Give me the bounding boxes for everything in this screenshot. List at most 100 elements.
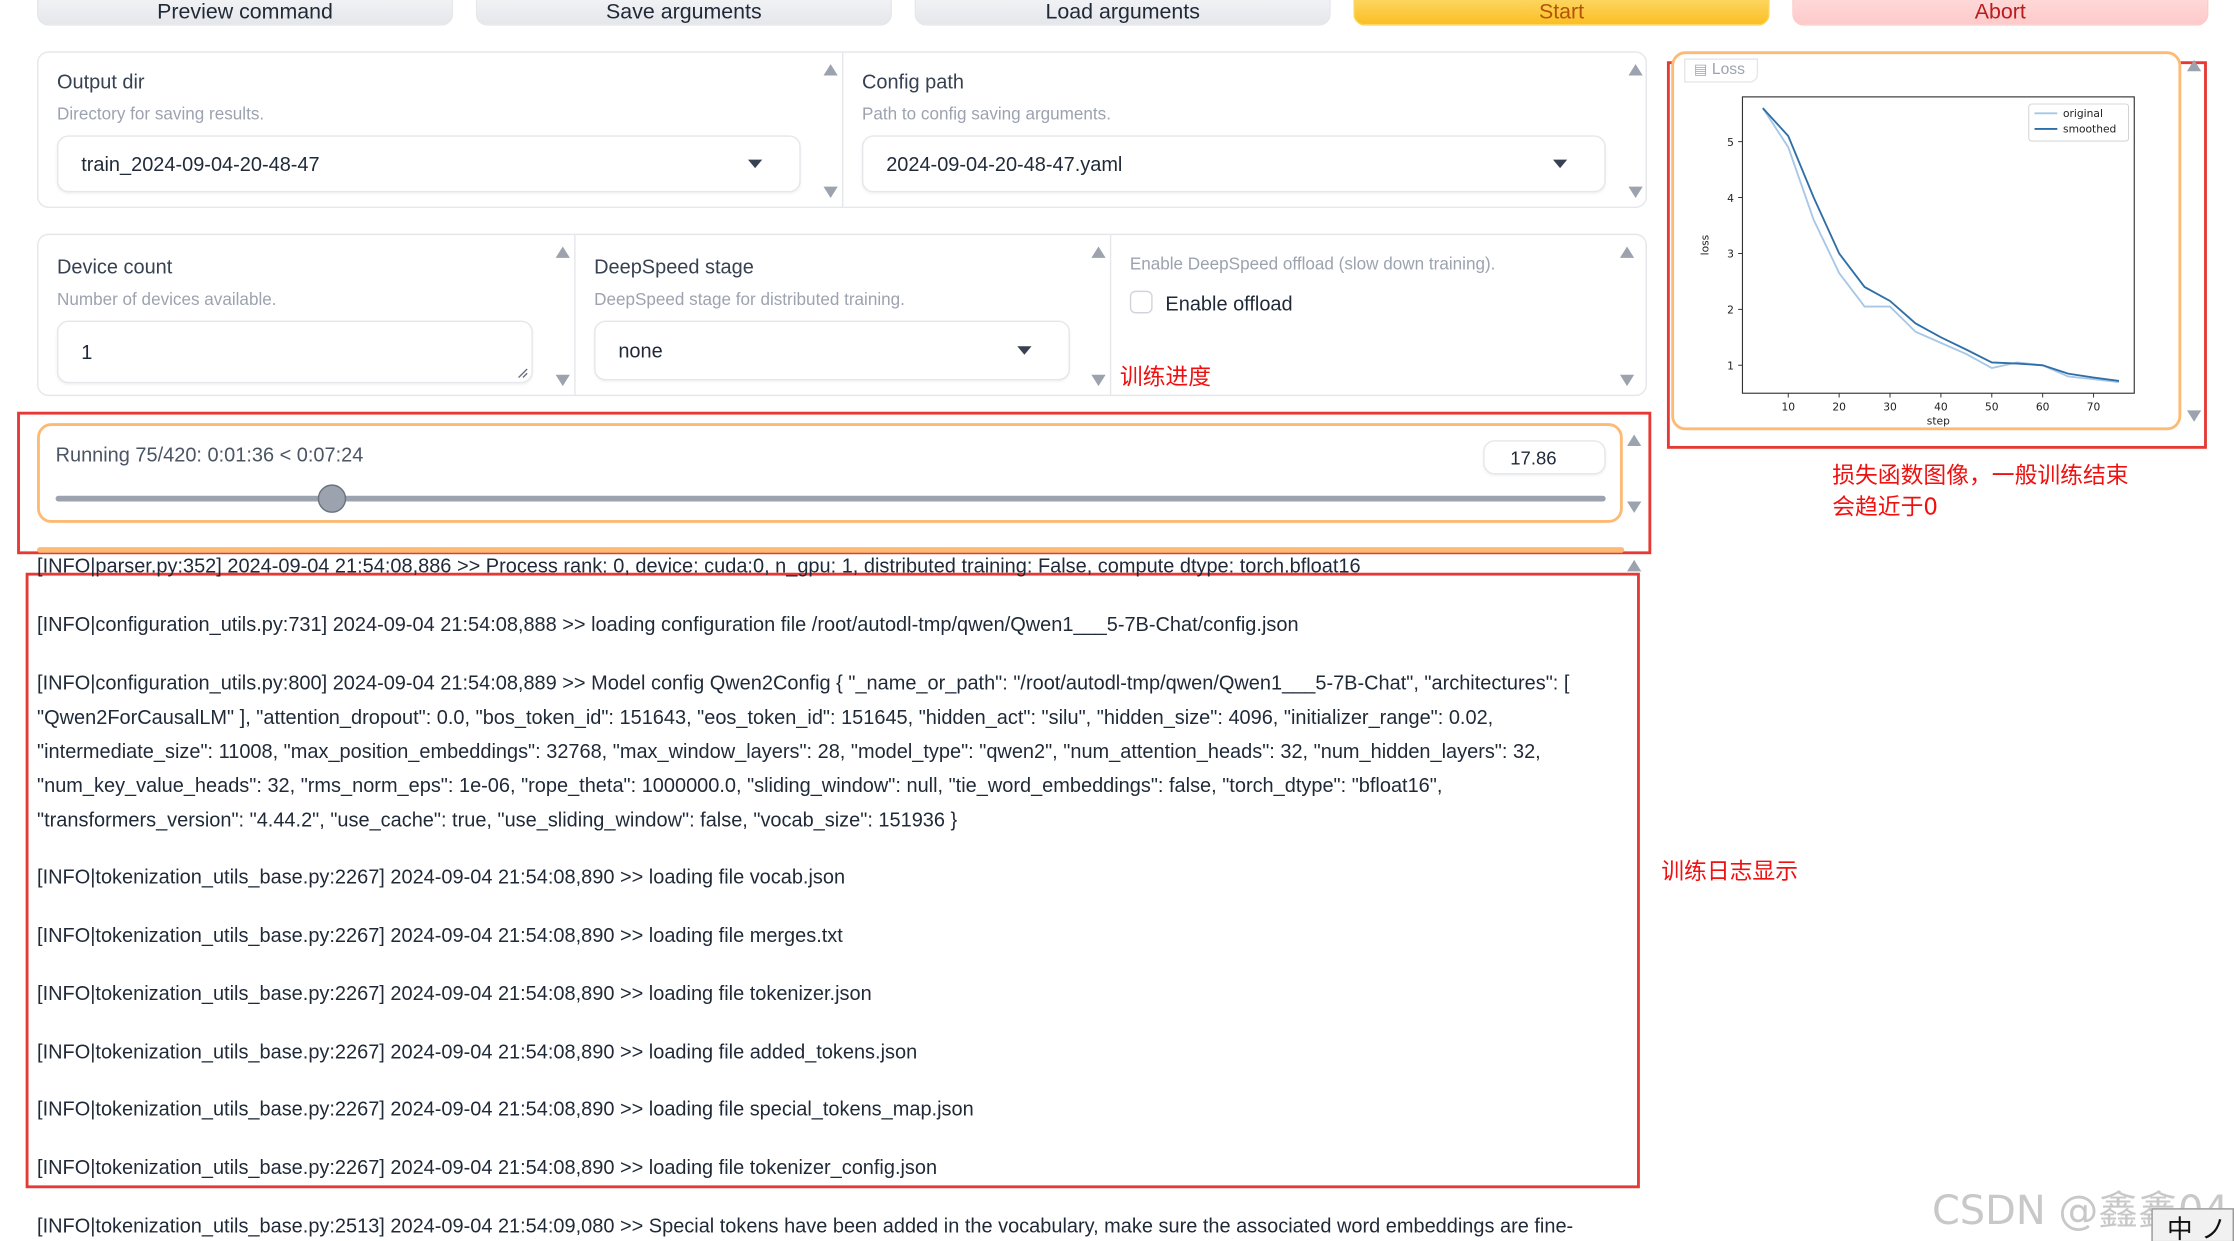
log-line: [INFO|tokenization_utils_base.py:2267] 2… [37,981,872,1005]
scroll-up-icon[interactable] [1627,434,1642,446]
output-dir-dropdown[interactable]: train_2024-09-04-20-48-47 [56,135,801,193]
deepspeed-dropdown[interactable]: none [594,320,1070,381]
config-path-info: Path to config saving arguments. [861,104,1111,124]
paths-panel: Output dir Directory for saving results.… [37,51,1647,209]
save-arguments-button[interactable]: Save arguments [475,0,892,26]
load-arguments-label: Load arguments [1045,0,1200,24]
scroll-down-icon[interactable] [2186,410,2202,422]
loss-plot-tab-label: Loss [1711,61,1745,79]
chevron-down-icon [747,159,763,169]
x-tick-label: 40 [1934,400,1948,413]
annotation-log: 训练日志显示 [1661,857,1799,885]
x-axis-label: step [1927,415,1950,428]
progress-panel: Running 75/420: 0:01:36 < 0:07:24 17.86 [37,423,1623,523]
scroll-down-icon[interactable] [555,374,570,387]
scroll-up-icon[interactable] [1627,559,1642,572]
log-line: [INFO|tokenization_utils_base.py:2267] 2… [37,1040,918,1063]
x-tick-label: 50 [1985,400,1999,413]
progress-label: Running 75/420: 0:01:36 < 0:07:24 [55,443,364,466]
log-line: [INFO|tokenization_utils_base.py:2513] 2… [37,1213,1574,1237]
y-tick-label: 3 [1727,248,1734,261]
config-path-value: 2024-09-04-20-48-47.yaml [886,152,1123,176]
load-arguments-button[interactable]: Load arguments [914,0,1331,26]
deepspeed-panel: Device count Number of devices available… [37,233,1647,397]
progress-value-input[interactable]: 17.86 [1483,440,1606,475]
deepspeed-value: none [618,339,663,362]
abort-label: Abort [1974,0,2026,24]
config-path-label: Config path [861,69,964,93]
log-line: [INFO|configuration_utils.py:800] 2024-0… [37,671,1570,831]
abort-button[interactable]: Abort [1792,0,2209,26]
log-line: [INFO|tokenization_utils_base.py:2267] 2… [37,1155,938,1179]
preview-command-button[interactable]: Preview command [37,0,454,26]
panel-divider [574,235,576,395]
deepspeed-block: DeepSpeed stage DeepSpeed stage for dist… [594,255,905,309]
preview-command-label: Preview command [157,0,333,24]
output-dir-info: Directory for saving results. [56,104,265,124]
scroll-down-icon[interactable] [1627,501,1642,513]
start-label: Start [1538,0,1585,24]
output-dir-label: Output dir [56,69,145,93]
scroll-up-icon[interactable] [555,246,570,258]
device-count-input[interactable]: 1 [56,320,533,384]
resize-handle-icon[interactable] [517,368,528,379]
config-path-block: Config path Path to config saving argume… [862,70,1111,124]
log-line: [INFO|tokenization_utils_base.py:2267] 2… [37,923,843,947]
deepspeed-info: DeepSpeed stage for distributed training… [594,289,905,310]
loss-chart: 10 20 30 40 50 60 70 1 2 3 4 5 step loss original smoot… [1698,96,2135,428]
ime-indicator[interactable]: 中 ノ [2151,1208,2234,1241]
app-stage: Preview command Save arguments Load argu… [0,0,2234,1241]
log-line: [INFO|tokenization_utils_base.py:2267] 2… [37,1097,974,1120]
legend-label: original [2063,107,2103,120]
progress-value: 17.86 [1510,446,1557,469]
scroll-up-icon[interactable] [823,64,838,76]
start-button[interactable]: Start [1353,0,1770,26]
scroll-up-icon[interactable] [1628,64,1643,76]
y-axis-label: loss [1698,234,1711,255]
annotation-progress: 训练进度 [1119,363,1212,391]
chevron-down-icon [1017,346,1032,355]
x-tick-label: 20 [1832,400,1846,413]
scroll-down-icon[interactable] [823,186,838,199]
annotation-loss-line2: 会趋近于0 [1832,492,1938,521]
scroll-down-icon[interactable] [1628,186,1643,199]
x-tick-label: 60 [2036,400,2050,413]
offload-checkbox[interactable] [1129,290,1153,314]
device-count-block: Device count Number of devices available… [57,255,277,309]
save-arguments-label: Save arguments [606,0,762,24]
scroll-up-icon[interactable] [1619,246,1635,258]
x-tick-label: 30 [1883,400,1897,413]
chevron-down-icon [1552,159,1568,169]
scroll-up-icon[interactable] [1091,246,1106,258]
y-tick-label: 4 [1727,192,1734,205]
scroll-up-icon[interactable] [2186,59,2202,72]
offload-label: Enable offload [1165,292,1293,315]
loss-plot-panel: ▤ Loss 10 20 30 40 50 60 70 1 2 3 4 5 step loss origin… [1671,51,2182,431]
device-count-label: Device count [56,255,173,278]
progress-slider-track[interactable] [55,495,1606,502]
annotation-loss: 损失函数图像，一般训练结束 会趋近于0 [1832,460,2128,523]
x-tick-label: 10 [1781,400,1795,413]
log-line: [INFO|parser.py:352] 2024-09-04 21:54:08… [37,554,1361,578]
log-line: [INFO|tokenization_utils_base.py:2267] 2… [37,864,846,888]
loss-plot-tab: ▤ Loss [1684,58,1758,83]
y-tick-label: 1 [1727,360,1734,373]
config-path-dropdown[interactable]: 2024-09-04-20-48-47.yaml [861,135,1606,193]
offload-info: Enable DeepSpeed offload (slow down trai… [1129,253,1496,274]
output-dir-block: Output dir Directory for saving results. [57,70,264,124]
panel-divider [1109,235,1112,395]
legend-label: smoothed [2063,123,2116,136]
progress-slider-thumb[interactable] [318,484,347,513]
device-count-value: 1 [81,340,93,364]
device-count-info: Number of devices available. [56,289,277,310]
chart-icon: ▤ [1694,62,1708,79]
scroll-down-icon[interactable] [1619,374,1635,387]
deepspeed-label: DeepSpeed stage [594,255,754,278]
annotation-loss-line1: 损失函数图像，一般训练结束 [1832,461,2129,489]
y-tick-label: 5 [1727,136,1734,149]
scroll-down-icon[interactable] [1091,374,1106,387]
panel-divider [842,52,844,207]
y-tick-label: 2 [1727,304,1734,317]
log-line: [INFO|configuration_utils.py:731] 2024-0… [37,612,1299,636]
output-dir-value: train_2024-09-04-20-48-47 [81,152,320,176]
